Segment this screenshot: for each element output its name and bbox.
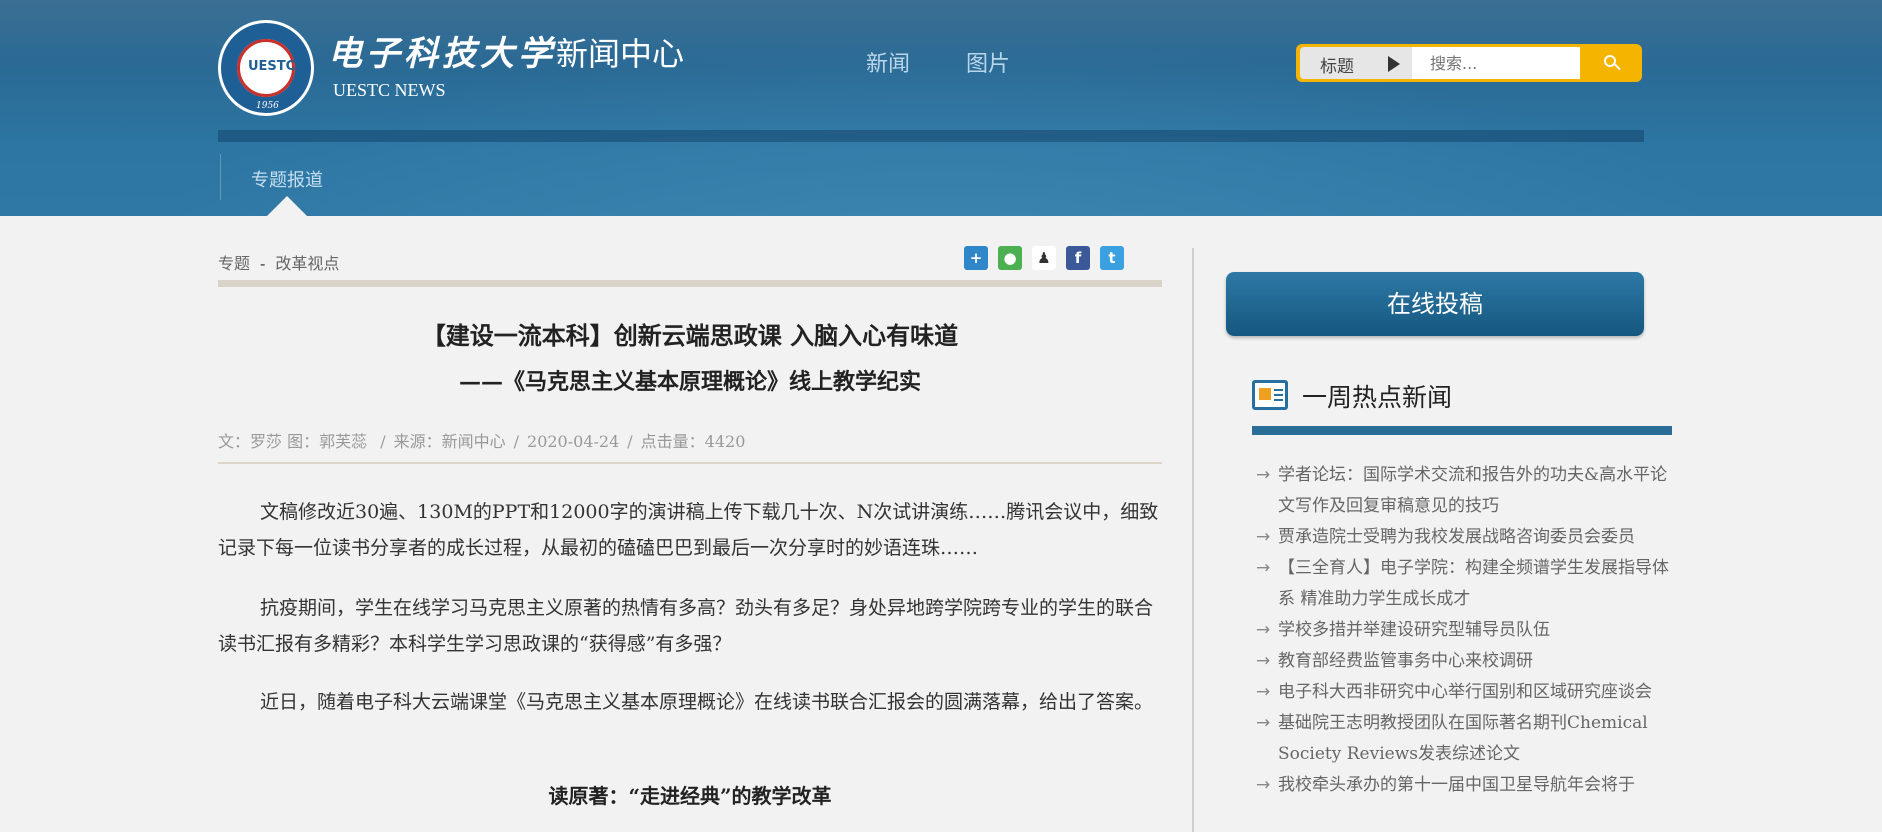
newspaper-icon [1252, 380, 1288, 410]
article-paragraph: 抗疫期间，学生在线学习马克思主义原著的热情有多高？劲头有多足？身处异地跨学院跨专… [218, 597, 1154, 655]
qq-icon[interactable]: ♟ [1032, 246, 1056, 270]
header-divider [218, 130, 1644, 142]
hot-news-item[interactable]: → 学者论坛：国际学术交流和报告外的功夫&高水平论文写作及回复审稿意见的技巧 [1252, 460, 1672, 522]
logo-text: UESTC [248, 59, 296, 74]
meta-separator: / [380, 432, 386, 451]
university-name: 电子科技大学 [328, 34, 556, 74]
twitter-icon[interactable]: t [1100, 246, 1124, 270]
breadcrumb-separator: - [260, 254, 266, 273]
search-category-select[interactable]: 标题 [1300, 47, 1412, 79]
hot-news-link[interactable]: 学校多措并举建设研究型辅导员队伍 [1278, 620, 1550, 640]
section-name: 新闻中心 [556, 35, 685, 73]
search-bar: 标题 [1296, 44, 1642, 82]
arrow-right-icon: → [1256, 682, 1271, 702]
hot-news-list: → 学者论坛：国际学术交流和报告外的功夫&高水平论文写作及回复审稿意见的技巧 → 贾… [1252, 460, 1672, 801]
newspaper-icon-line [1274, 394, 1283, 396]
arrow-right-icon: → [1256, 713, 1271, 733]
arrow-right-icon: → [1256, 558, 1271, 578]
hot-news-link[interactable]: 教育部经费监管事务中心来校调研 [1278, 651, 1533, 671]
arrow-right-icon: → [1256, 620, 1271, 640]
site-title[interactable]: 电子科技大学新闻中心 [328, 26, 684, 75]
breadcrumb-topic[interactable]: 改革视点 [275, 254, 339, 273]
article-title: 【建设一流本科】创新云端思政课 入脑入心有味道 [421, 321, 959, 350]
hot-news-link[interactable]: 电子科大西非研究中心举行国别和区域研究座谈会 [1278, 682, 1652, 702]
sub-nav: 专题报道 [220, 154, 323, 216]
nav-pictures[interactable]: 图片 [966, 46, 1010, 78]
subnav-special-reports[interactable]: 专题报道 [221, 154, 323, 192]
meta-source: 来源：新闻中心 [393, 432, 506, 451]
hot-news-link[interactable]: 学者论坛：国际学术交流和报告外的功夫&高水平论文写作及回复审稿意见的技巧 [1278, 465, 1667, 516]
newspaper-icon-block [1259, 388, 1271, 400]
search-category-label: 标题 [1320, 57, 1354, 77]
hot-news-link[interactable]: 我校牵头承办的第十一届中国卫星导航年会将于 [1278, 775, 1635, 795]
facebook-icon[interactable]: f [1066, 246, 1090, 270]
article-subheading: 读原著：“走进经典”的教学改革 [548, 784, 832, 808]
university-logo[interactable]: UESTC 1956 [218, 20, 314, 116]
share-icons: + ● ♟ f t [964, 246, 1134, 270]
hot-news-title: 一周热点新闻 [1302, 383, 1453, 412]
meta-author: 文：罗莎 [218, 432, 283, 451]
hot-news-item[interactable]: → 基础院王志明教授团队在国际著名期刊Chemical Society Revie… [1252, 708, 1672, 770]
meta-photo: 图：郭芙蕊 [287, 432, 368, 451]
site-title-en: UESTC NEWS [333, 80, 446, 100]
hot-news-item[interactable]: → 学校多措并举建设研究型辅导员队伍 [1252, 615, 1672, 646]
newspaper-icon-line [1274, 389, 1283, 391]
article-subtitle: ——《马克思主义基本原理概论》线上教学纪实 [458, 369, 921, 395]
meta-clicks: 点击量：4420 [640, 432, 746, 451]
meta-date: 2020-04-24 [527, 432, 620, 451]
logo-year: 1956 [256, 101, 279, 111]
arrow-right-icon: → [1256, 527, 1271, 547]
breadcrumb-section[interactable]: 专题 [218, 254, 250, 273]
hot-news-link[interactable]: 基础院王志明教授团队在国际著名期刊Chemical Society Review… [1278, 713, 1648, 764]
meta-separator: / [627, 432, 633, 451]
arrow-right-icon: → [1256, 651, 1271, 671]
arrow-right-icon: → [1256, 465, 1271, 485]
hot-news-item[interactable]: → 我校牵头承办的第十一届中国卫星导航年会将于 [1252, 770, 1672, 801]
hot-news-item[interactable]: → 教育部经费监管事务中心来校调研 [1252, 646, 1672, 677]
article-paragraph: 近日，随着电子科大云端课堂《马克思主义基本原理概论》在线读书联合汇报会的圆满落幕… [260, 691, 1154, 713]
column-divider [1192, 248, 1194, 832]
hot-news-link[interactable]: 贾承造院士受聘为我校发展战略咨询委员会委员 [1278, 527, 1635, 547]
hot-news-item[interactable]: → 电子科大西非研究中心举行国别和区域研究座谈会 [1252, 677, 1672, 708]
arrow-right-icon: → [1256, 775, 1271, 795]
newspaper-icon-line [1274, 399, 1283, 401]
triangle-right-icon [1388, 56, 1400, 72]
article-paragraph: 文稿修改近30遍、130M的PPT和12000字的演讲稿上传下载几十次、N次试讲… [218, 501, 1159, 559]
nav-news[interactable]: 新闻 [866, 46, 910, 78]
plus-icon[interactable]: + [964, 246, 988, 270]
online-submit-button[interactable]: 在线投稿 [1226, 272, 1644, 336]
hot-news-item[interactable]: → 【三全育人】电子学院：构建全频谱学生发展指导体系 精准助力学生成长成才 [1252, 553, 1672, 615]
wechat-icon[interactable]: ● [998, 246, 1022, 270]
hot-news-link[interactable]: 【三全育人】电子学院：构建全频谱学生发展指导体系 精准助力学生成长成才 [1278, 558, 1669, 609]
search-input[interactable] [1412, 47, 1580, 79]
breadcrumb: 专题 - 改革视点 [218, 250, 339, 274]
article-meta-divider [218, 462, 1162, 464]
hot-news-item[interactable]: → 贾承造院士受聘为我校发展战略咨询委员会委员 [1252, 522, 1672, 553]
search-button[interactable] [1584, 47, 1638, 79]
main-nav: 新闻 图片 [866, 46, 1066, 78]
active-pointer-icon [267, 196, 307, 216]
search-icon-handle [1614, 63, 1621, 71]
meta-separator: / [513, 432, 520, 451]
article-meta: 文：罗莎 图：郭芙蕊 / 来源：新闻中心 / 2020-04-24 / 点击量：4420 [218, 428, 745, 452]
hot-news-bar [1252, 426, 1672, 435]
article-top-divider [218, 280, 1162, 287]
